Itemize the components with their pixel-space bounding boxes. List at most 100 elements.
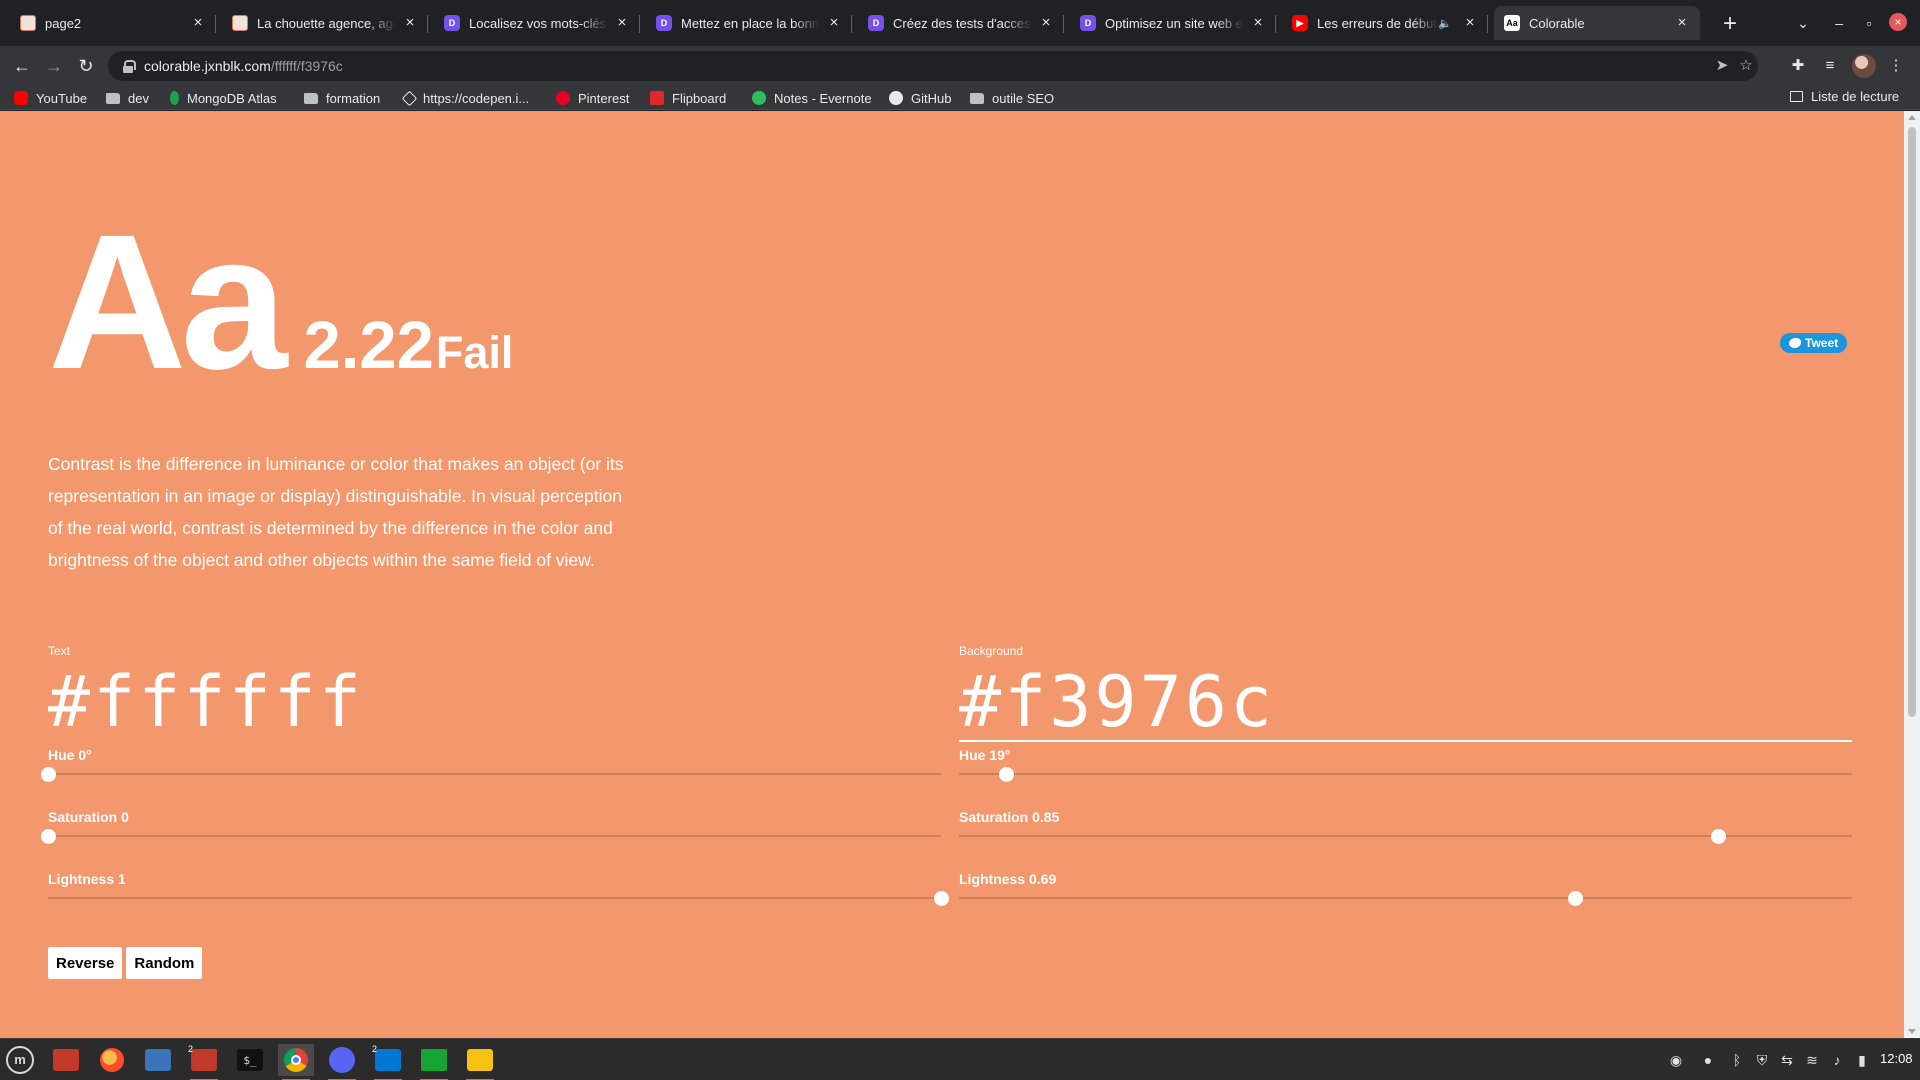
battery-icon[interactable]: ▮ bbox=[1853, 1051, 1871, 1069]
slider-track[interactable] bbox=[48, 897, 941, 899]
minimize-icon[interactable]: – bbox=[1826, 10, 1852, 36]
scroll-down-arrow-icon[interactable] bbox=[1908, 1029, 1916, 1034]
shield-icon[interactable]: ⛨ bbox=[1753, 1051, 1771, 1069]
media-control-icon[interactable]: ≡ bbox=[1818, 54, 1842, 78]
reverse-button[interactable]: Reverse bbox=[48, 947, 123, 979]
tab-creez-des-tests[interactable]: D Créez des tests d'accessib × bbox=[858, 6, 1064, 40]
slider-thumb[interactable] bbox=[934, 891, 949, 906]
text-hex-input[interactable]: #ffffff bbox=[48, 662, 941, 742]
profile-avatar[interactable] bbox=[1852, 54, 1876, 78]
tweet-button[interactable]: Tweet bbox=[1780, 333, 1848, 353]
youtube-icon: ▶ bbox=[1292, 15, 1308, 31]
slider-thumb[interactable] bbox=[41, 829, 56, 844]
slider-track[interactable] bbox=[959, 773, 1852, 775]
bluetooth-icon[interactable]: ᛒ bbox=[1728, 1051, 1746, 1069]
taskbar-mail[interactable] bbox=[140, 1044, 176, 1076]
bookmark-mongodb[interactable]: MongoDB Atlas bbox=[170, 89, 277, 107]
tab-page2[interactable]: page2 × bbox=[10, 6, 216, 40]
send-tab-icon[interactable]: ➤ bbox=[1710, 51, 1734, 81]
background-saturation-slider[interactable]: Saturation 0.85 bbox=[959, 808, 1852, 870]
slider-track[interactable] bbox=[48, 835, 941, 837]
slider-thumb[interactable] bbox=[1711, 829, 1727, 844]
background-hue-slider[interactable]: Hue 19° bbox=[959, 746, 1852, 808]
tab-les-erreurs[interactable]: ▶ Les erreurs de début 🔈 × bbox=[1282, 6, 1488, 40]
taskbar-files-launcher[interactable] bbox=[48, 1044, 84, 1076]
forward-icon[interactable]: → bbox=[40, 52, 68, 80]
close-tab-icon[interactable]: × bbox=[1462, 15, 1478, 31]
reload-icon[interactable]: ↻ bbox=[72, 52, 100, 80]
random-button[interactable]: Random bbox=[126, 947, 203, 979]
taskbar-drawing[interactable] bbox=[462, 1044, 498, 1080]
reading-list-icon bbox=[1790, 91, 1803, 102]
bookmark-codepen[interactable]: https://codepen.i... bbox=[401, 89, 529, 107]
text-saturation-slider[interactable]: Saturation 0 bbox=[41, 808, 941, 870]
system-clock[interactable]: 12:08 bbox=[1880, 1051, 1913, 1066]
address-bar[interactable]: colorable.jxnblk.com/ffffff/f3976c ➤ ☆ bbox=[108, 51, 1758, 81]
new-tab-button[interactable]: + bbox=[1716, 10, 1744, 38]
tab-title: Localisez vos mots-clés - bbox=[469, 15, 608, 31]
text-hue-slider[interactable]: Hue 0° bbox=[41, 746, 941, 808]
taskbar-discord[interactable] bbox=[324, 1044, 360, 1080]
bookmark-flipboard[interactable]: Flipboard bbox=[650, 89, 726, 107]
discord-tray-icon[interactable]: ◉ bbox=[1667, 1051, 1685, 1069]
scroll-up-arrow-icon[interactable] bbox=[1908, 115, 1916, 120]
mint-menu-icon[interactable]: m bbox=[6, 1046, 34, 1074]
window-count-badge: 2 bbox=[372, 1044, 378, 1054]
tab-optimisez[interactable]: D Optimisez un site web ex × bbox=[1070, 6, 1276, 40]
lock-icon[interactable] bbox=[122, 59, 136, 73]
bookmark-folder-outile-seo[interactable]: outile SEO bbox=[970, 89, 1054, 107]
bookmark-folder-dev[interactable]: dev bbox=[106, 89, 149, 107]
bookmark-folder-formation[interactable]: formation bbox=[304, 89, 380, 107]
close-tab-icon[interactable]: × bbox=[1674, 15, 1690, 31]
close-tab-icon[interactable]: × bbox=[402, 15, 418, 31]
youtube-icon bbox=[14, 91, 28, 105]
close-tab-icon[interactable]: × bbox=[826, 15, 842, 31]
speaker-icon[interactable]: 🔈 bbox=[1438, 17, 1452, 30]
slider-thumb[interactable] bbox=[999, 767, 1015, 782]
maximize-icon[interactable]: ▫ bbox=[1856, 10, 1882, 36]
close-tab-icon[interactable]: × bbox=[190, 15, 206, 31]
taskbar-chrome[interactable] bbox=[278, 1044, 314, 1080]
slider-thumb[interactable] bbox=[1568, 891, 1584, 906]
back-icon[interactable]: ← bbox=[8, 52, 36, 80]
more-menu-icon[interactable]: ⋮ bbox=[1884, 54, 1908, 78]
taskbar-firefox[interactable] bbox=[94, 1044, 130, 1076]
close-tab-icon[interactable]: × bbox=[614, 15, 630, 31]
close-tab-icon[interactable]: × bbox=[1038, 15, 1054, 31]
extensions-puzzle-icon[interactable]: ✚ bbox=[1786, 54, 1810, 78]
taskbar-spreadsheet[interactable] bbox=[416, 1044, 452, 1080]
background-hex-input[interactable]: #f3976c bbox=[959, 662, 1852, 742]
bookmark-pinterest[interactable]: Pinterest bbox=[556, 89, 629, 107]
slider-track[interactable] bbox=[48, 773, 941, 775]
tab-chouette-agence[interactable]: La chouette agence, agence × bbox=[222, 6, 428, 40]
tab-title: Créez des tests d'accessib bbox=[893, 15, 1032, 31]
tab-localisez[interactable]: D Localisez vos mots-clés - × bbox=[434, 6, 640, 40]
window-close-icon[interactable]: × bbox=[1889, 13, 1907, 31]
bookmark-evernote[interactable]: Notes - Evernote bbox=[752, 89, 872, 107]
text-lightness-slider[interactable]: Lightness 1 bbox=[48, 870, 949, 932]
close-tab-icon[interactable]: × bbox=[1250, 15, 1266, 31]
network-icon[interactable]: ⇆ bbox=[1778, 1051, 1796, 1069]
bookmark-star-icon[interactable]: ☆ bbox=[1734, 51, 1758, 81]
taskbar-files-windows[interactable]: 2 bbox=[186, 1044, 222, 1080]
scrollbar-thumb[interactable] bbox=[1908, 127, 1916, 717]
tab-title: Mettez en place la bonne bbox=[681, 15, 820, 31]
wifi-icon[interactable]: ≋ bbox=[1803, 1051, 1821, 1069]
tab-colorable[interactable]: Aa Colorable × bbox=[1494, 6, 1700, 40]
taskbar-terminal[interactable]: $_ bbox=[232, 1044, 268, 1076]
tab-mettez-en-place[interactable]: D Mettez en place la bonne × bbox=[646, 6, 852, 40]
bookmark-youtube[interactable]: YouTube bbox=[14, 89, 87, 107]
slider-track[interactable] bbox=[959, 897, 1852, 899]
contrast-score: Fail bbox=[435, 327, 514, 378]
page-scrollbar[interactable] bbox=[1904, 111, 1920, 1038]
reading-list-button[interactable]: Liste de lecture bbox=[1790, 89, 1899, 104]
taskbar-vscode[interactable]: 2 bbox=[370, 1044, 406, 1080]
colorable-page: Aa 2.22 Fail Tweet Contrast is the diffe… bbox=[0, 111, 1904, 1038]
background-lightness-slider[interactable]: Lightness 0.69 bbox=[959, 870, 1852, 932]
openclassrooms-icon: D bbox=[444, 15, 460, 31]
notification-tray-icon[interactable]: ● bbox=[1699, 1051, 1717, 1069]
volume-icon[interactable]: ♪ bbox=[1828, 1051, 1846, 1069]
tab-search-icon[interactable]: ⌄ bbox=[1790, 10, 1816, 36]
slider-thumb[interactable] bbox=[41, 767, 56, 782]
bookmark-github[interactable]: GitHub bbox=[889, 89, 951, 107]
